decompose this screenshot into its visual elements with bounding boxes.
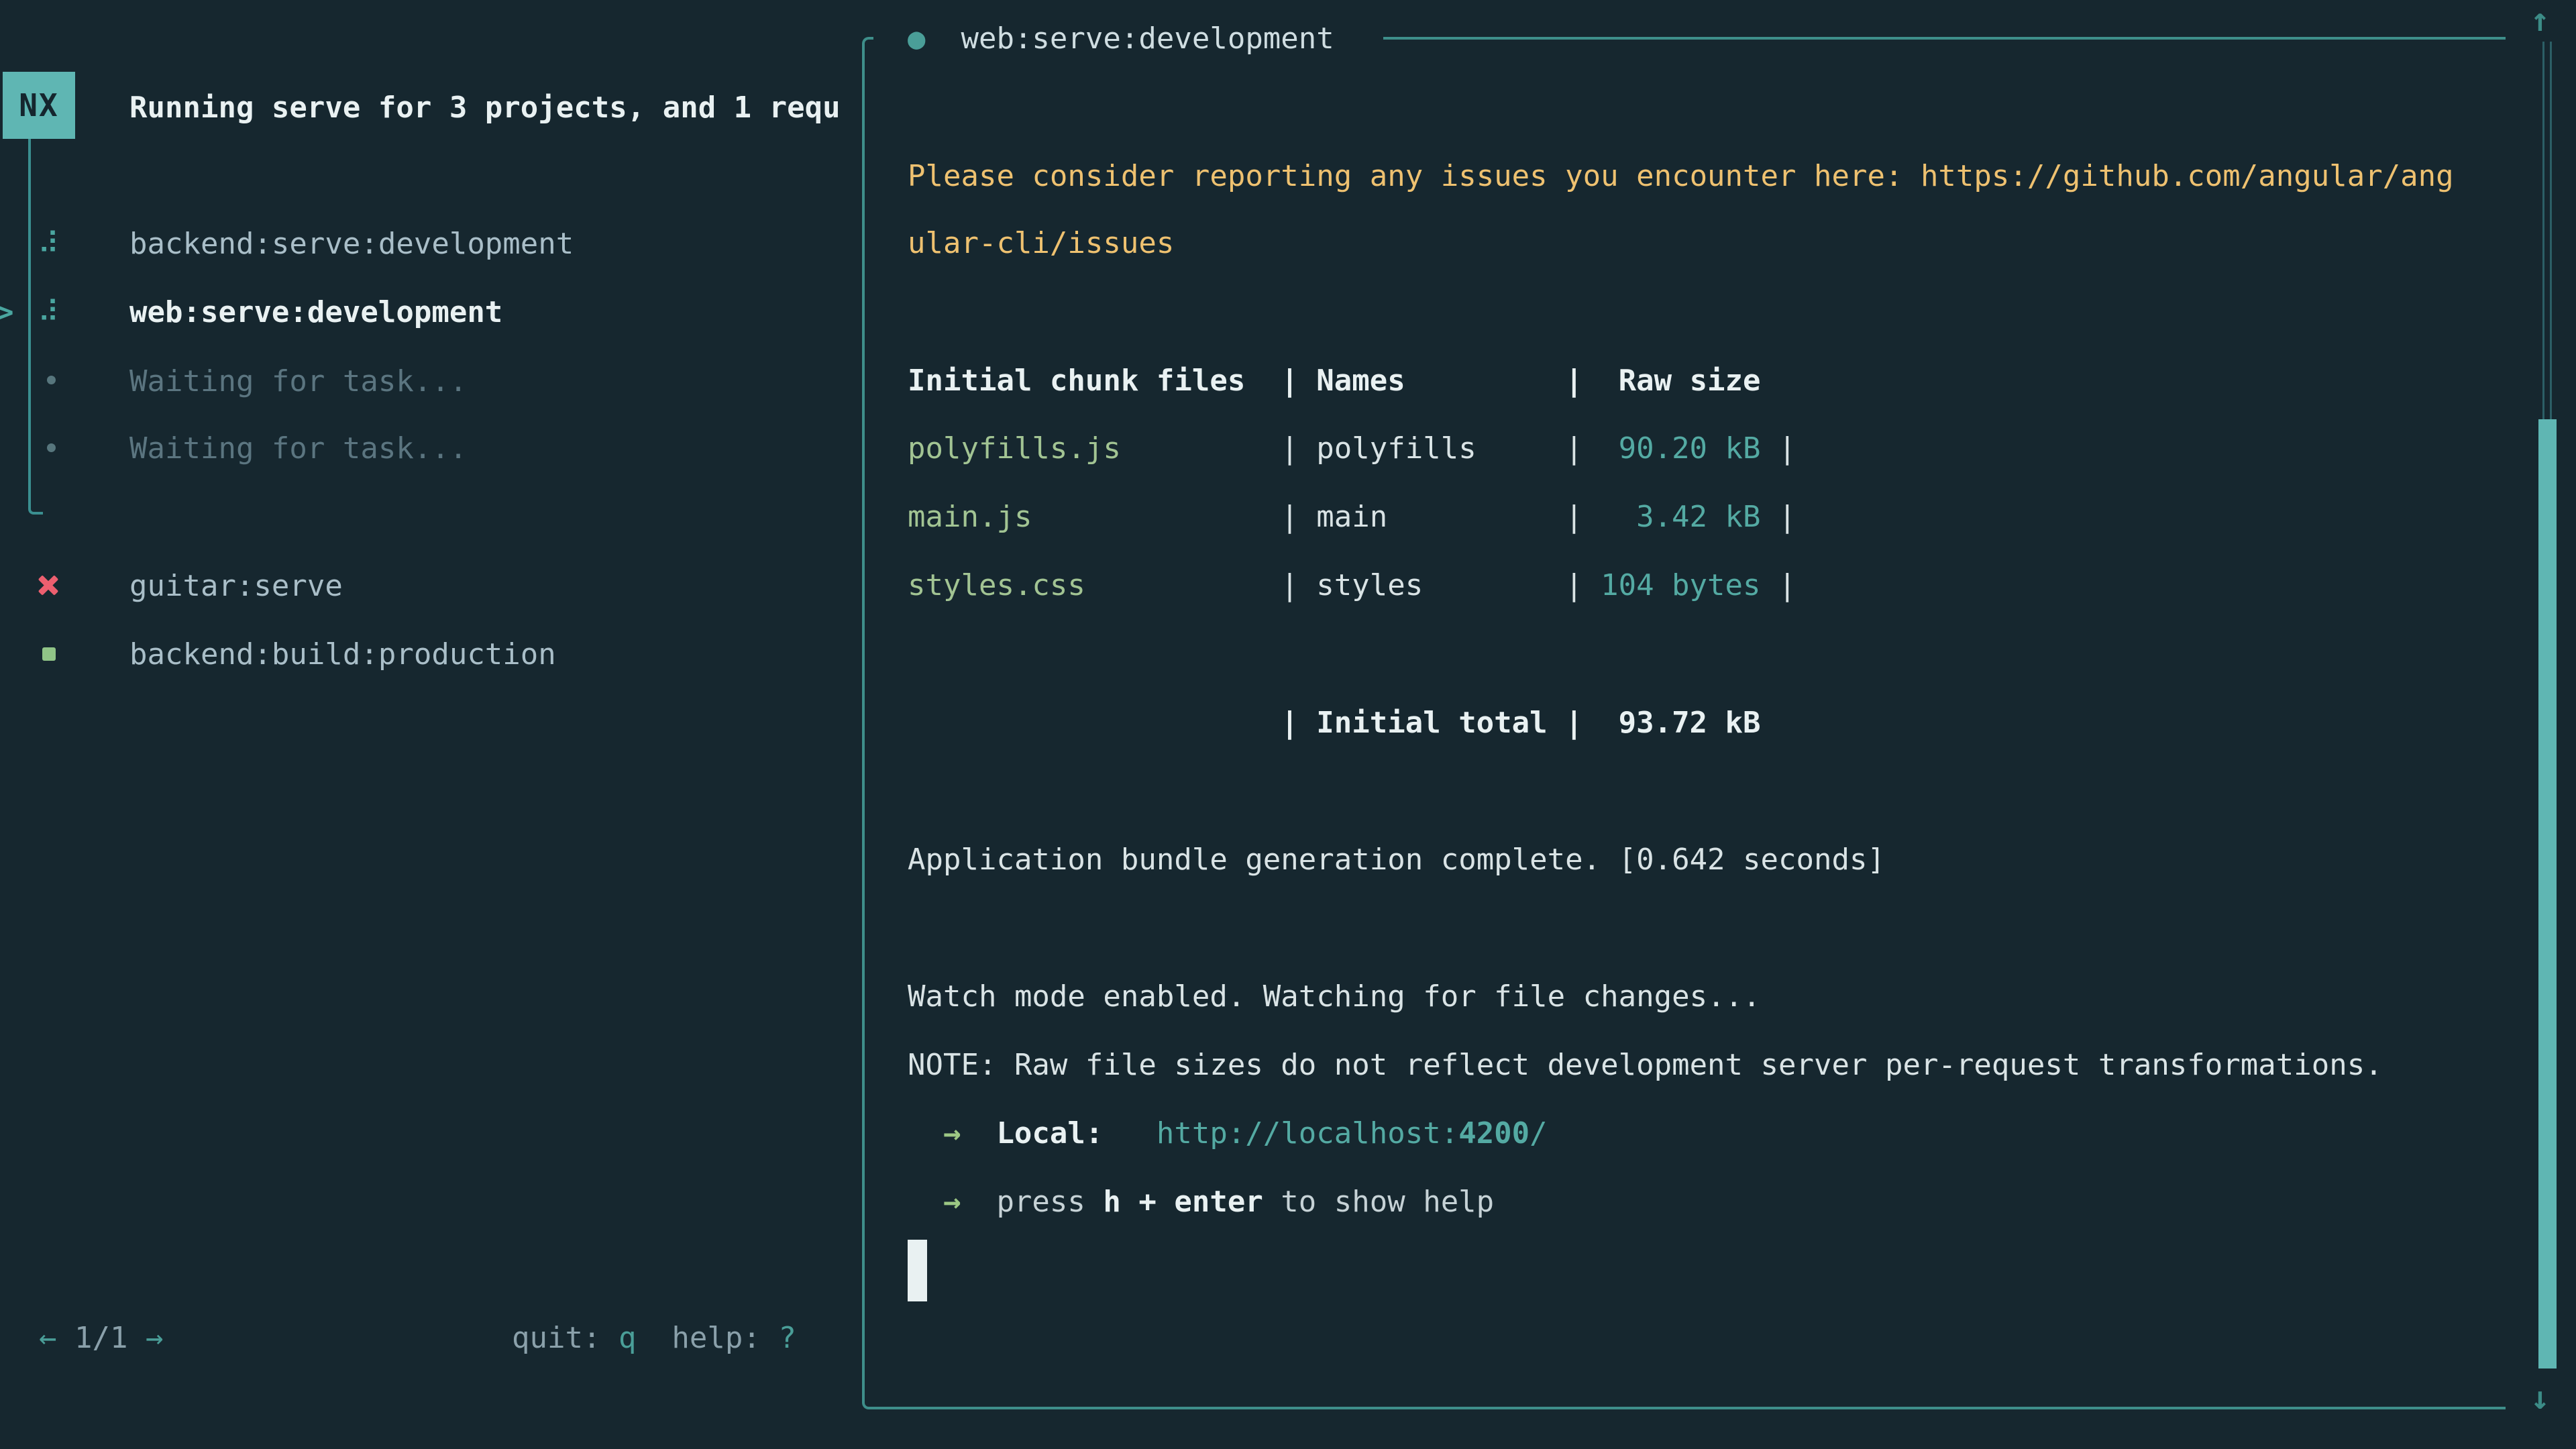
pipe-divider: | [1565, 431, 1583, 466]
page-prev-arrow-icon[interactable]: ← [39, 1321, 57, 1356]
task-success-icon [42, 647, 56, 661]
chunk-name: polyfills [1316, 431, 1476, 466]
local-server-url[interactable]: http://localhost:4200/ [1157, 1116, 1548, 1151]
initial-total-size: 93.72 kB [1583, 706, 1761, 741]
arrow-right-icon: → [943, 1185, 961, 1220]
running-dot-icon: ● [908, 21, 926, 56]
pipe-divider: | [1565, 706, 1583, 741]
task-failed-icon [37, 574, 60, 596]
scrollbar-thumb[interactable] [2538, 419, 2557, 1368]
pipe-divider: | [1778, 431, 1796, 466]
table-header-row: Initial chunk files | Names | Raw size [908, 364, 2576, 398]
chunk-raw-size: 3.42 kB [1583, 500, 1761, 535]
col-header-raw-size: Raw size [1619, 364, 1761, 398]
chunk-file-name: polyfills.js [908, 431, 1121, 466]
arrow-right-icon: → [943, 1116, 961, 1151]
chunk-file-name: styles.css [908, 568, 1085, 603]
local-server-line: → Local: http://localhost:4200/ [908, 1116, 2576, 1151]
pipe-divider: | [1778, 568, 1796, 603]
pipe-divider: | [1281, 431, 1299, 466]
bundle-complete-message: Application bundle generation complete. … [908, 843, 2576, 877]
table-row: styles.css | styles | 104 bytes | [908, 568, 2576, 603]
spinner-icon: ⠼ [38, 227, 67, 262]
panel-title: web:serve:development [961, 21, 1334, 56]
help-hint-keys: h + enter [1103, 1185, 1263, 1220]
help-key: ? [778, 1321, 796, 1356]
waiting-dot-icon [47, 376, 56, 384]
local-label: Local: [996, 1116, 1103, 1151]
page-indicator: 1/1 [74, 1321, 127, 1356]
raw-size-note: NOTE: Raw file sizes do not reflect deve… [908, 1048, 2576, 1083]
table-row: polyfills.js | polyfills | 90.20 kB | [908, 431, 2576, 466]
col-header-names: Names [1316, 364, 1405, 398]
scroll-down-arrow-icon[interactable]: ↓ [2530, 1381, 2550, 1415]
url-port: 4200 [1458, 1116, 1529, 1150]
help-hint-line: → press h + enter to show help [908, 1185, 2576, 1220]
pipe-divider: | [1565, 364, 1583, 398]
page-next-arrow-icon[interactable]: → [146, 1321, 164, 1356]
spinner-icon: ⠼ [38, 295, 67, 330]
chunk-raw-size: 104 bytes [1583, 568, 1761, 603]
help-hint-pre: press [996, 1185, 1085, 1220]
table-total-row: | Initial total | 93.72 kB [908, 706, 2576, 741]
help-hint-post: to show help [1281, 1185, 1494, 1220]
table-row: main.js | main | 3.42 kB | [908, 500, 2576, 535]
pipe-divider: | [1565, 568, 1583, 603]
pipe-divider: | [1281, 500, 1299, 535]
page-title: Running serve for 3 projects, and 1 requ [129, 91, 857, 125]
url-slash: / [1529, 1116, 1548, 1150]
angular-issue-notice-line-2: ular-cli/issues [908, 226, 2576, 261]
waiting-dot-icon [47, 443, 56, 452]
nx-terminal-ui: NX Running serve for 3 projects, and 1 r… [0, 0, 2576, 1449]
watch-mode-message: Watch mode enabled. Watching for file ch… [908, 979, 2576, 1014]
pipe-divider: | [1281, 568, 1299, 603]
chunk-name: styles [1316, 568, 1423, 603]
quit-hint-label: quit: [512, 1321, 600, 1356]
url-base: http://localhost: [1157, 1116, 1458, 1150]
help-hint-label: help: [672, 1321, 760, 1356]
angular-issue-notice-line-1: Please consider reporting any issues you… [908, 159, 2576, 194]
nx-logo: NX [3, 72, 75, 139]
initial-total-label: Initial total [1316, 706, 1547, 741]
selection-caret-icon: > [0, 295, 14, 330]
chunk-raw-size: 90.20 kB [1583, 431, 1761, 466]
chunk-file-name: main.js [908, 500, 1032, 535]
pipe-divider: | [1778, 500, 1796, 535]
quit-key: q [619, 1321, 637, 1356]
pipe-divider: | [1281, 706, 1299, 741]
chunk-name: main [1316, 500, 1387, 535]
terminal-cursor [908, 1240, 927, 1301]
panel-header: ● web:serve:development [908, 21, 2576, 56]
scroll-up-arrow-icon[interactable]: ↑ [2530, 3, 2550, 38]
pipe-divider: | [1281, 364, 1299, 398]
col-header-initial-chunk-files: Initial chunk files [908, 364, 1245, 398]
scrollbar-track[interactable] [2542, 42, 2552, 421]
pipe-divider: | [1565, 500, 1583, 535]
